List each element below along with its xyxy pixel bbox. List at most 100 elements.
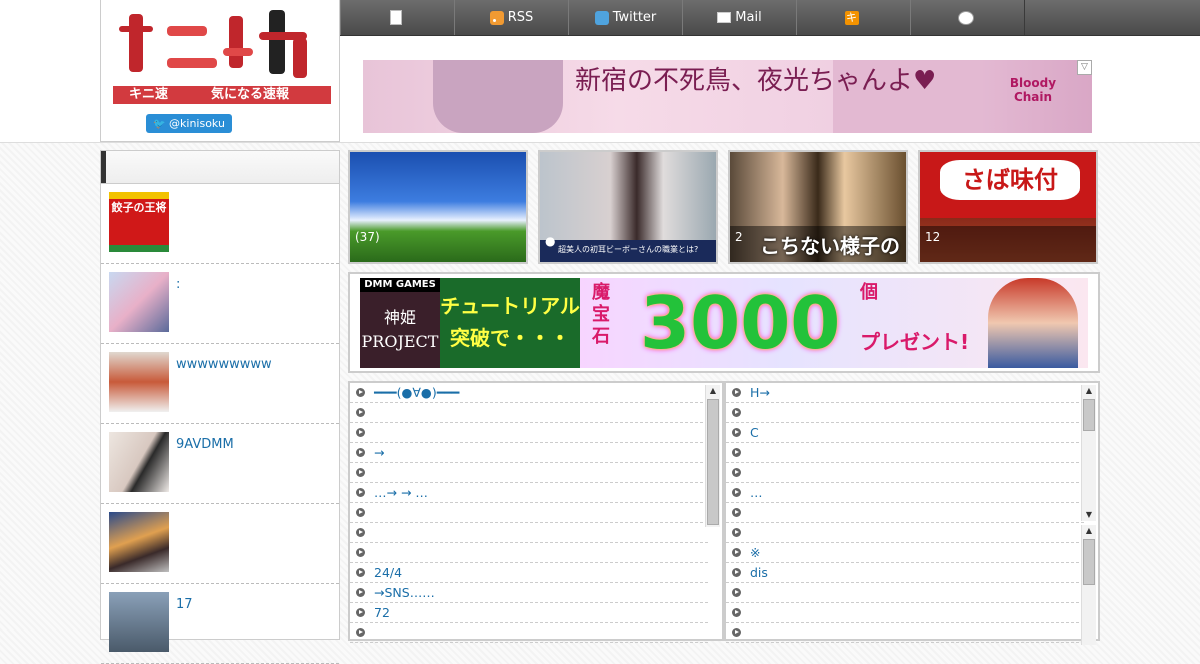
sidebar-item[interactable]: :: [101, 264, 339, 344]
article-link[interactable]: H→: [750, 385, 770, 401]
play-bullet-icon: [356, 508, 365, 517]
banner-left-text: チュートリアル突破で・・・: [440, 278, 580, 368]
nav-item-rss[interactable]: RSS: [454, 0, 569, 35]
play-bullet-icon: [732, 628, 741, 637]
scroll-thumb[interactable]: [707, 399, 719, 525]
article-link[interactable]: ━━━(●∀●)━━━: [374, 385, 459, 401]
featured-article[interactable]: (37): [348, 150, 528, 264]
article-link[interactable]: …: [750, 485, 763, 501]
sidebar-item[interactable]: 17: [101, 584, 339, 664]
rss-icon: [489, 10, 504, 25]
article-link[interactable]: …→ → …: [374, 485, 428, 501]
ad-choices-icon[interactable]: ▽: [1077, 60, 1092, 75]
top-ad-banner[interactable]: 新宿の不死鳥、夜光ちゃんよ♥ Bloody Chain: [363, 60, 1092, 133]
link-row[interactable]: [726, 443, 1084, 463]
sidebar-item[interactable]: 餃子の王将: [101, 184, 339, 264]
nav-item-kinisoku[interactable]: キ: [796, 0, 911, 35]
sidebar-item[interactable]: 9AVDMM: [101, 424, 339, 504]
scrollbar[interactable]: ▲ ▼: [1081, 385, 1096, 521]
kinisoku-icon: キ: [844, 10, 859, 25]
link-row[interactable]: [350, 523, 708, 543]
nav-item-mail[interactable]: Mail: [682, 0, 797, 35]
article-link[interactable]: →: [374, 445, 384, 461]
site-logo[interactable]: キニ速 気になる速報 🐦 @kinisoku: [100, 0, 340, 142]
sidebar-thumbnail[interactable]: [109, 272, 169, 332]
link-row[interactable]: [726, 503, 1084, 523]
link-row[interactable]: …→ → …: [350, 483, 708, 503]
scroll-thumb[interactable]: [1083, 539, 1095, 585]
article-link[interactable]: ※: [750, 545, 760, 561]
sidebar-item[interactable]: wwwwwwwww: [101, 344, 339, 424]
sidebar-item-title[interactable]: 9AVDMM: [176, 437, 234, 452]
link-row[interactable]: [350, 543, 708, 563]
ad-banner[interactable]: DMM GAMES 神姫 PROJECT チュートリアル突破で・・・ 魔宝石 3…: [360, 278, 1088, 368]
link-row[interactable]: 72: [350, 603, 708, 623]
sidebar-item[interactable]: [101, 504, 339, 584]
scrollbar[interactable]: ▲: [1081, 525, 1096, 645]
link-row[interactable]: [350, 423, 708, 443]
featured-article[interactable]: こちない様子の 2: [728, 150, 908, 264]
article-link[interactable]: C: [750, 425, 759, 441]
link-row[interactable]: [350, 463, 708, 483]
sidebar-thumbnail[interactable]: 餃子の王将: [109, 192, 169, 252]
scrollbar[interactable]: ▲: [705, 385, 720, 527]
twitter-follow-button[interactable]: 🐦 @kinisoku: [146, 114, 232, 133]
article-link[interactable]: 72: [374, 605, 390, 621]
link-row[interactable]: …: [726, 483, 1084, 503]
sidebar-item-title[interactable]: wwwwwwwww: [176, 357, 272, 372]
article-link[interactable]: dis: [750, 565, 768, 581]
thumbnail-text: 餃子の王将: [111, 201, 167, 214]
sidebar-thumbnail[interactable]: [109, 352, 169, 412]
banner-number: 3000: [640, 281, 841, 365]
banner-unit: 個: [860, 282, 878, 303]
link-row[interactable]: [350, 403, 708, 423]
link-row[interactable]: [350, 503, 708, 523]
article-link[interactable]: 24/4: [374, 565, 402, 581]
link-row[interactable]: 24/4: [350, 563, 708, 583]
link-row[interactable]: H→: [726, 383, 1084, 403]
sidebar-thumbnail[interactable]: [109, 512, 169, 572]
featured-caption: [920, 226, 1096, 262]
sidebar-item-title[interactable]: 17: [176, 597, 193, 612]
scroll-up-arrow[interactable]: ▲: [1082, 525, 1096, 537]
link-row[interactable]: [726, 583, 1084, 603]
banner-present-text: プレゼント!: [860, 330, 970, 354]
featured-article[interactable]: 超美人の初耳ビーボーさんの職業とは? ●: [538, 150, 718, 264]
link-row[interactable]: [726, 603, 1084, 623]
link-row[interactable]: dis: [726, 563, 1084, 583]
play-bullet-icon: [732, 568, 741, 577]
link-row[interactable]: ※: [726, 543, 1084, 563]
banner-project: 神姫 PROJECT: [361, 308, 439, 351]
nav-item-twitter[interactable]: Twitter: [568, 0, 683, 35]
link-row[interactable]: [726, 463, 1084, 483]
scroll-thumb[interactable]: [1083, 399, 1095, 431]
scroll-down-arrow[interactable]: ▼: [1082, 509, 1096, 521]
link-rows: H→ C … ※ dis: [726, 383, 1084, 643]
featured-caption: こちない様子の: [730, 226, 906, 262]
link-row[interactable]: [726, 523, 1084, 543]
nav-item-document[interactable]: [340, 0, 455, 35]
link-row[interactable]: →SNS……: [350, 583, 708, 603]
play-bullet-icon: [732, 488, 741, 497]
link-row[interactable]: →: [350, 443, 708, 463]
play-bullet-icon: [356, 528, 365, 537]
scroll-up-arrow[interactable]: ▲: [706, 385, 720, 397]
link-row[interactable]: [350, 623, 708, 643]
logo-figures-image: [119, 8, 319, 82]
sidebar-thumbnail[interactable]: [109, 592, 169, 652]
banner-promo-area: 魔宝石 3000 個 プレゼント!: [580, 278, 1088, 368]
link-row[interactable]: [726, 623, 1084, 643]
link-row[interactable]: C: [726, 423, 1084, 443]
link-row[interactable]: ━━━(●∀●)━━━: [350, 383, 708, 403]
featured-article[interactable]: さば味付 12: [918, 150, 1098, 264]
play-bullet-icon: [356, 568, 365, 577]
play-bullet-icon: [732, 468, 741, 477]
play-bullet-icon: [732, 528, 741, 537]
scroll-up-arrow[interactable]: ▲: [1082, 385, 1096, 397]
article-link[interactable]: →SNS……: [374, 585, 435, 601]
sidebar-item-title[interactable]: :: [176, 277, 180, 292]
nav-item-face[interactable]: [910, 0, 1025, 35]
link-row[interactable]: [726, 403, 1084, 423]
sidebar-thumbnail[interactable]: [109, 432, 169, 492]
play-bullet-icon: [356, 588, 365, 597]
